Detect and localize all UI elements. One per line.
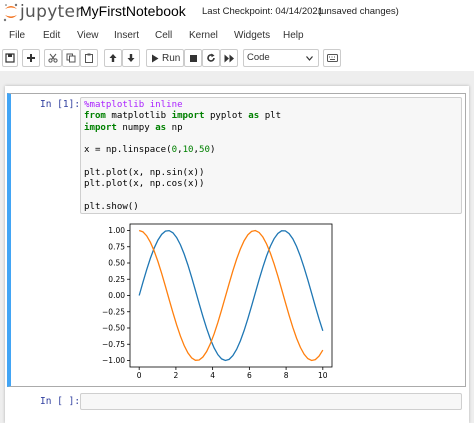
run-button[interactable]: Run	[146, 49, 184, 67]
menubar: File Edit View Insert Cell Kernel Widget…	[0, 28, 474, 44]
save-icon	[5, 53, 15, 63]
move-up-button[interactable]	[104, 49, 122, 67]
y-tick-label: 0.50	[108, 259, 125, 268]
x-tick-label: 2	[174, 371, 179, 380]
x-tick-label: 4	[210, 371, 215, 380]
stop-icon	[189, 54, 197, 62]
move-down-button[interactable]	[122, 49, 140, 67]
toolbar: Run Code	[0, 49, 474, 69]
paste-button[interactable]	[80, 49, 98, 67]
chevron-down-icon	[306, 56, 313, 61]
cut-button[interactable]	[44, 49, 62, 67]
toolbar-divider-band	[0, 71, 474, 86]
plus-icon	[27, 54, 35, 62]
x-tick-label: 8	[284, 371, 289, 380]
cell-type-value: Code	[247, 52, 270, 63]
y-tick-label: 1.00	[108, 226, 125, 235]
insert-cell-button[interactable]	[22, 49, 40, 67]
menu-insert[interactable]: Insert	[114, 30, 139, 41]
restart-button[interactable]	[202, 49, 220, 67]
notebook-title[interactable]: MyFirstNotebook	[80, 3, 186, 19]
y-tick-label: −0.25	[102, 307, 125, 316]
menu-cell[interactable]: Cell	[155, 30, 172, 41]
keyboard-icon	[326, 54, 338, 62]
jupyter-logo-icon	[3, 3, 18, 22]
header: jupyter MyFirstNotebook Last Checkpoint:…	[0, 0, 474, 24]
checkpoint-status: Last Checkpoint: 04/14/2021	[202, 6, 323, 17]
logo-text: jupyter	[20, 2, 83, 22]
cut-icon	[48, 53, 58, 63]
copy-button[interactable]	[62, 49, 80, 67]
y-tick-label: 0.75	[108, 242, 125, 251]
y-tick-label: −0.75	[102, 340, 125, 349]
output-plot: 0 2 4 6 8 10 1.00 0.75 0.50 0.25 0.00 −0.25 −0.50 −0.…	[102, 223, 333, 380]
save-button[interactable]	[2, 49, 18, 67]
restart-icon	[207, 53, 215, 62]
input-prompt-1: In [1]:	[40, 99, 81, 110]
restart-run-all-button[interactable]	[220, 49, 238, 67]
plot-frame	[129, 223, 333, 368]
menu-view[interactable]: View	[77, 30, 99, 41]
interrupt-button[interactable]	[184, 49, 202, 67]
paste-icon	[85, 53, 93, 63]
x-tick-label: 6	[247, 371, 252, 380]
menu-widgets[interactable]: Widgets	[234, 30, 270, 41]
cell-type-select[interactable]: Code	[243, 49, 319, 67]
x-tick-label: 10	[318, 371, 328, 380]
menu-help[interactable]: Help	[283, 30, 304, 41]
run-label: Run	[162, 52, 181, 64]
x-tick-label: 0	[137, 371, 142, 380]
copy-icon	[66, 53, 76, 63]
y-tick-label: 0.25	[108, 275, 125, 284]
code-input-1[interactable]: %matplotlib inline from matplotlib impor…	[80, 97, 462, 214]
run-icon	[152, 54, 159, 62]
code-input-2[interactable]	[80, 393, 462, 410]
menu-edit[interactable]: Edit	[43, 30, 60, 41]
input-prompt-2: In [ ]:	[40, 396, 81, 407]
arrow-up-icon	[109, 54, 117, 62]
save-status: (unsaved changes)	[318, 6, 399, 17]
arrow-down-icon	[127, 54, 135, 62]
fast-forward-icon	[224, 54, 234, 62]
menu-kernel[interactable]: Kernel	[189, 30, 218, 41]
jupyter-logo[interactable]: jupyter	[2, 1, 82, 23]
code-text: %matplotlib inline from matplotlib impor…	[84, 100, 282, 212]
y-tick-label: 0.00	[108, 291, 125, 300]
command-palette-button[interactable]	[323, 49, 341, 67]
menu-file[interactable]: File	[9, 30, 25, 41]
y-tick-label: −1.00	[102, 356, 125, 365]
y-tick-label: −0.50	[102, 324, 125, 333]
